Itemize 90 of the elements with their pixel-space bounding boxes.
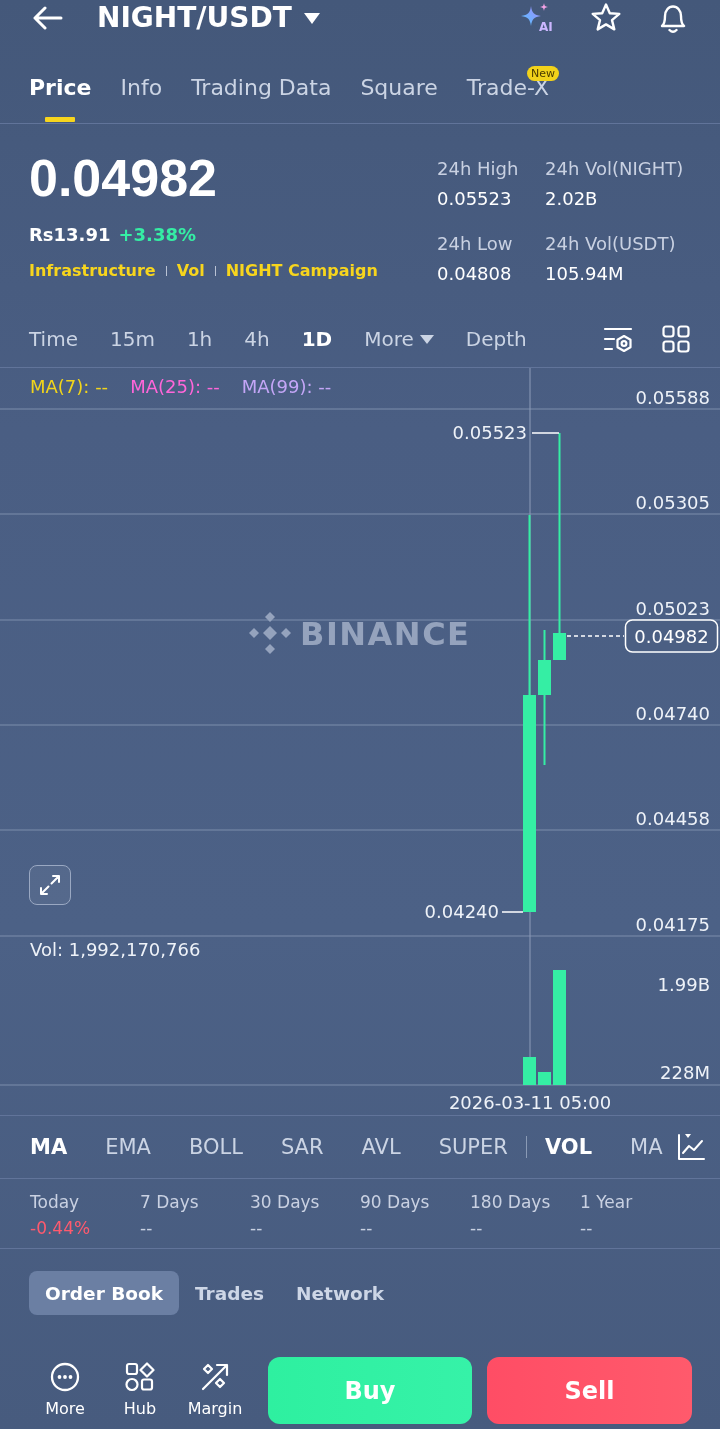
last-price: 0.04982 xyxy=(29,148,218,208)
line-chart-icon[interactable] xyxy=(676,1132,706,1162)
price-axis-label: 0.05023 xyxy=(635,598,710,619)
ai-button[interactable]: AI xyxy=(520,2,556,34)
category-tag[interactable]: NIGHT Campaign xyxy=(225,260,378,282)
indicator-tab[interactable]: VOL xyxy=(544,1134,593,1160)
caret-icon xyxy=(419,334,434,344)
tab[interactable]: Trades xyxy=(179,1271,281,1315)
interval-tab[interactable]: 1h xyxy=(186,326,213,352)
price-axis-label: 0.04740 xyxy=(635,703,710,724)
period-label: 180 Days xyxy=(470,1191,551,1213)
star-icon[interactable] xyxy=(590,2,622,34)
grid-icon[interactable] xyxy=(662,325,690,353)
indicator-tab[interactable]: BOLL xyxy=(188,1134,243,1160)
interval-tab[interactable]: Time xyxy=(29,326,78,352)
price-axis-label: 0.05588 xyxy=(635,387,710,408)
tab[interactable]: Network xyxy=(280,1271,401,1315)
tab[interactable]: Trade-X New xyxy=(466,66,559,122)
high-price-label: 0.05523 xyxy=(452,422,527,443)
period-change: -- xyxy=(360,1217,373,1239)
current-price-tag: 0.04982 xyxy=(624,619,719,653)
expand-icon xyxy=(38,873,62,897)
pair-selector[interactable]: NIGHT/USDT xyxy=(97,1,320,35)
current-price-line xyxy=(566,635,625,637)
volume-axis-label: 1.99B xyxy=(657,974,710,995)
period-label: 7 Days xyxy=(140,1191,199,1213)
indicator-tab[interactable]: AVL xyxy=(361,1134,401,1160)
volume-bar xyxy=(523,1057,536,1085)
indicator-tab[interactable]: EMA xyxy=(105,1134,151,1160)
price-axis-label: 0.04175 xyxy=(635,914,710,935)
price-change: +3.38% xyxy=(118,224,197,246)
ma-legend-value: MA(25): -- xyxy=(130,376,220,398)
diamond-logo-icon xyxy=(249,612,291,654)
low-price-label: 0.04240 xyxy=(424,901,499,922)
tab[interactable]: Price xyxy=(29,66,92,122)
category-tag[interactable]: Vol xyxy=(176,260,205,282)
ellipsis-icon xyxy=(50,1362,80,1392)
interval-tab[interactable]: Depth xyxy=(465,326,527,352)
margin-button[interactable]: Margin xyxy=(183,1357,247,1424)
hub-button[interactable]: Hub xyxy=(108,1357,172,1424)
indicator-tab[interactable]: SAR xyxy=(280,1134,324,1160)
watermark-text: BINANCE xyxy=(300,615,471,653)
stat-label: 24h High xyxy=(437,158,519,180)
volume-axis-label: 228M xyxy=(660,1062,710,1083)
interval-tab[interactable]: More xyxy=(364,326,434,352)
leader-line xyxy=(501,911,524,913)
stat-value: 0.04808 xyxy=(437,263,512,285)
tab[interactable]: Order Book xyxy=(29,1271,180,1315)
price-axis-label: 0.04458 xyxy=(635,808,710,829)
stat-label: 24h Low xyxy=(437,233,513,255)
sell-button[interactable]: Sell xyxy=(487,1357,692,1424)
expand-button[interactable] xyxy=(29,865,71,905)
stat-label: 24h Vol(USDT) xyxy=(545,233,676,255)
ma-legend-value: MA(7): -- xyxy=(30,376,109,398)
category-tag[interactable]: Infrastructure xyxy=(29,260,156,282)
more-button[interactable]: More xyxy=(33,1357,97,1424)
stat-label: 24h Vol(NIGHT) xyxy=(545,158,684,180)
diagonal-arrow-icon xyxy=(200,1362,230,1392)
indicator-tab[interactable]: SUPER xyxy=(438,1134,508,1160)
ma-legend-value: MA(99): -- xyxy=(241,376,332,398)
indicator-tab[interactable]: MA xyxy=(630,1134,663,1160)
period-change: -- xyxy=(470,1217,483,1239)
stat-value: 2.02B xyxy=(545,188,598,210)
tab[interactable]: Trading Data xyxy=(191,66,332,122)
leader-line xyxy=(531,432,560,434)
period-label: 30 Days xyxy=(250,1191,320,1213)
crosshair-time-label: 2026-03-11 05:00 xyxy=(448,1092,612,1113)
period-label: 90 Days xyxy=(360,1191,430,1213)
stat-value: 0.05523 xyxy=(437,188,512,210)
period-change: -- xyxy=(580,1217,593,1239)
volume-label: Vol: 1,992,170,766 xyxy=(30,939,201,960)
period-label: Today xyxy=(30,1191,80,1213)
interval-tab[interactable]: 15m xyxy=(109,326,155,352)
interval-tab[interactable]: 4h xyxy=(244,326,270,352)
volume-bar xyxy=(538,1072,551,1085)
period-change: -- xyxy=(250,1217,263,1239)
period-change: -- xyxy=(140,1217,153,1239)
new-badge: New xyxy=(527,66,559,81)
caret-icon xyxy=(303,12,320,24)
tab[interactable]: Square xyxy=(360,66,438,122)
interval-tab[interactable]: 1D xyxy=(301,326,333,352)
stat-value: 105.94M xyxy=(545,263,624,285)
tab[interactable]: Info xyxy=(120,66,163,122)
back-icon[interactable] xyxy=(33,6,63,30)
indicator-tab[interactable]: MA xyxy=(30,1134,68,1160)
price-axis-label: 0.05305 xyxy=(635,492,710,513)
shapes-icon xyxy=(125,1362,155,1392)
period-change: -0.44% xyxy=(30,1217,91,1239)
period-label: 1 Year xyxy=(580,1191,633,1213)
fiat-price: Rs13.91 xyxy=(29,224,111,246)
